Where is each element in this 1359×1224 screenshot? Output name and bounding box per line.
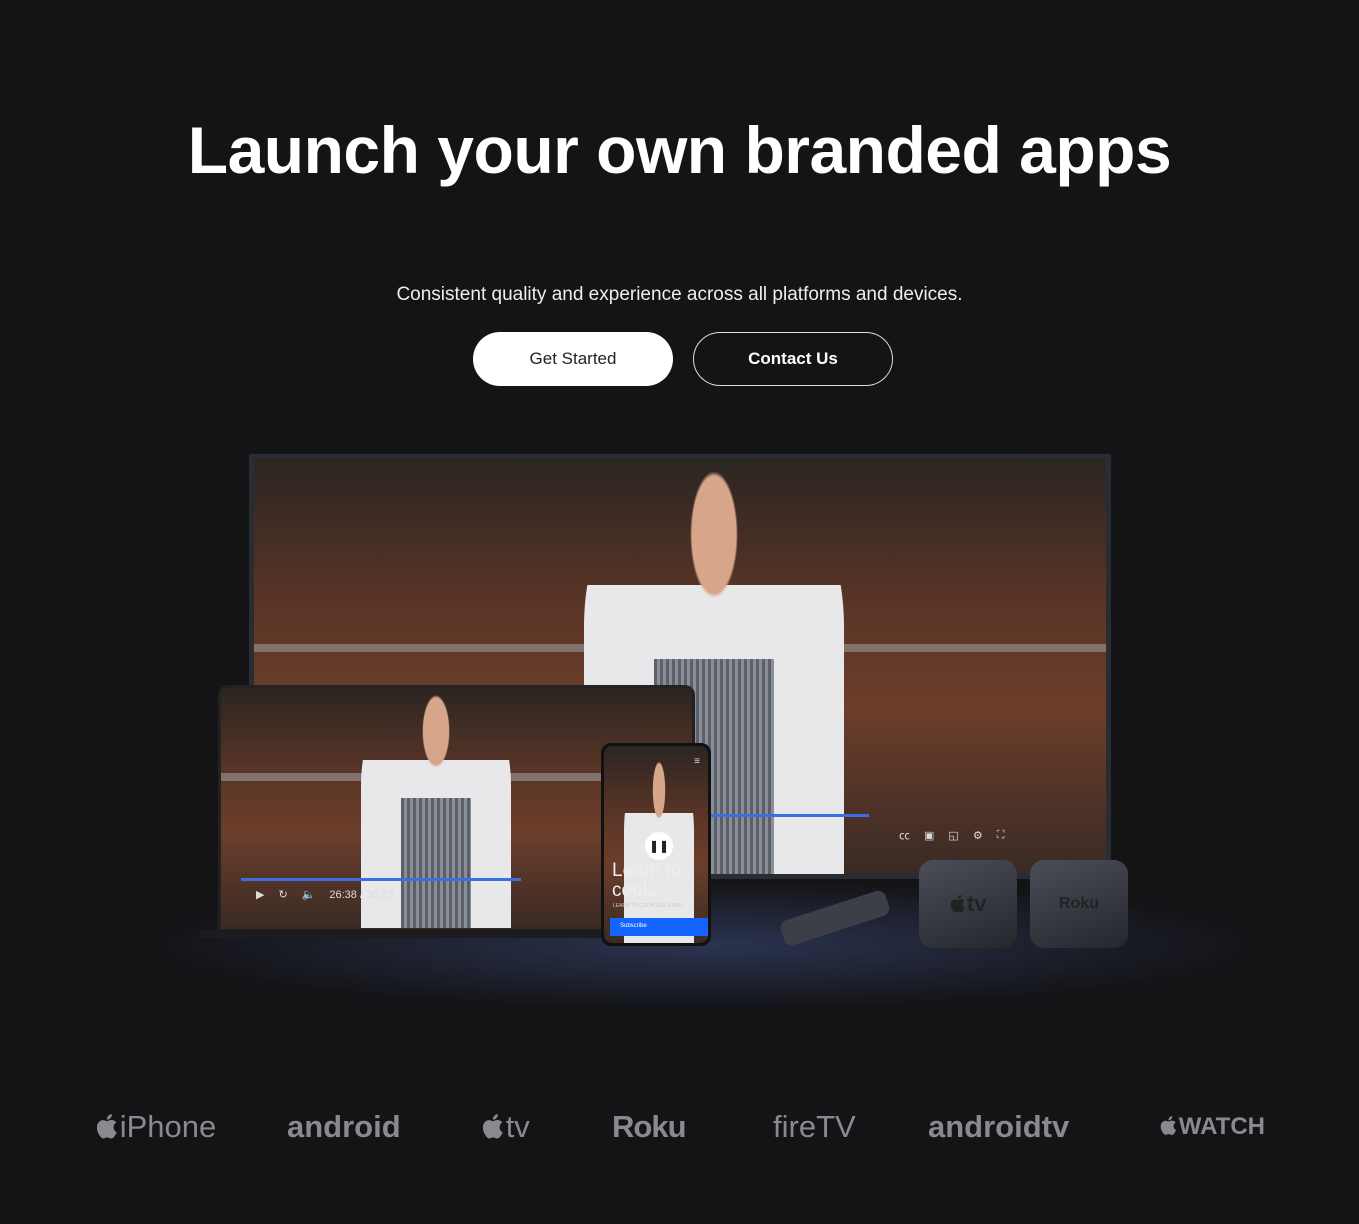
apple-tv-box: tv (919, 860, 1017, 948)
platform-roku: Roku (612, 1104, 686, 1150)
tv-controls: ㏄ ▣ ◱ ⚙ ⛶ (899, 827, 1004, 843)
phone-headline: Learn to cook. (612, 860, 682, 901)
platform-logos: iPhone android tv Roku fireTV androidtv … (0, 1104, 1359, 1150)
page-title: Launch your own branded apps (187, 113, 1172, 187)
platform-label: fireTV (773, 1109, 856, 1144)
phone-device: ≡ ❚❚ Learn to cook. LEARN TO COOK LIKE A… (601, 743, 711, 946)
subscribe-button[interactable]: Subscribe (610, 918, 708, 936)
laptop-controls: ▶ ↻ 🔈 26:38 / 30:23 (256, 888, 394, 902)
apple-icon (482, 1109, 506, 1144)
contact-us-button[interactable]: Contact Us (693, 332, 893, 386)
apron (401, 798, 471, 928)
menu-icon[interactable]: ≡ (694, 756, 700, 767)
time-display: 26:38 / 30:23 (329, 888, 394, 901)
platform-label: android (287, 1109, 401, 1144)
platform-label: tv (505, 1109, 530, 1144)
fullscreen-icon[interactable]: ⛶ (997, 829, 1005, 842)
platform-android-tv: androidtv (928, 1104, 1069, 1150)
platform-label: androidtv (928, 1109, 1070, 1144)
subtitle: Consistent quality and experience across… (396, 284, 963, 305)
tv-progress-bar[interactable] (709, 814, 869, 817)
apple-icon (96, 1109, 120, 1144)
settings-icon[interactable]: ⚙ (973, 829, 983, 842)
phone-tagline: LEARN TO COOK LIKE A PRO (613, 903, 683, 909)
apple-tv-label: tv (966, 891, 987, 916)
cast-icon[interactable]: ◱ (948, 829, 958, 842)
play-icon[interactable]: ▶ (256, 888, 264, 901)
platform-label: iPhone (119, 1109, 217, 1144)
apple-icon (950, 891, 967, 917)
laptop-progress-bar[interactable] (241, 878, 521, 881)
volume-icon[interactable]: 🔈 (302, 888, 316, 901)
platform-label: WATCH (1178, 1113, 1265, 1140)
replay-icon[interactable]: ↻ (278, 888, 287, 901)
platform-apple-tv: tv (482, 1104, 530, 1150)
platform-android: android (287, 1104, 401, 1150)
platform-label: Roku (612, 1109, 686, 1144)
get-started-button[interactable]: Get Started (473, 332, 673, 386)
apple-icon (1160, 1113, 1179, 1140)
pause-icon[interactable]: ❚❚ (645, 832, 673, 860)
roku-box: Roku (1030, 860, 1128, 948)
cc-icon[interactable]: ㏄ (899, 827, 910, 843)
platform-fire-tv: fireTV (773, 1104, 856, 1150)
platform-apple-watch: WATCH (1160, 1104, 1265, 1150)
phone-video: ≡ ❚❚ Learn to cook. LEARN TO COOK LIKE A… (604, 746, 708, 943)
roku-label: Roku (1059, 895, 1099, 912)
platform-iphone: iPhone (96, 1104, 216, 1150)
pip-icon[interactable]: ▣ (924, 829, 934, 842)
